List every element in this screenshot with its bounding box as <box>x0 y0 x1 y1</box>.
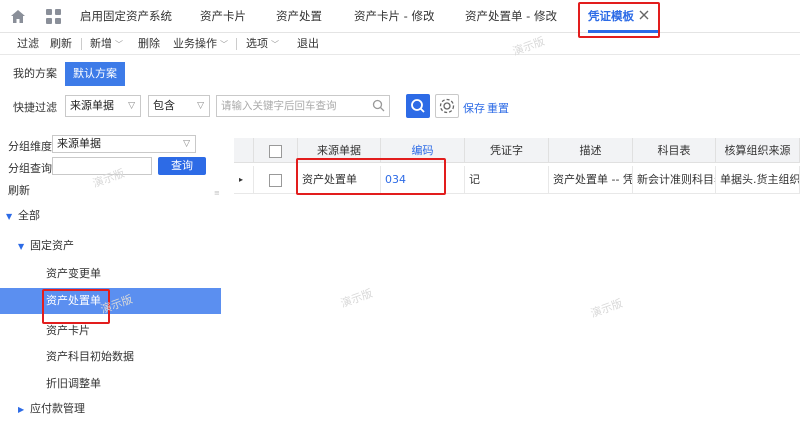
grid-header-indicator <box>234 138 254 163</box>
grid-header-source[interactable]: 来源单据 <box>298 138 381 163</box>
grid-header-code[interactable]: 编码 <box>381 138 465 163</box>
tree-item-asset-account-init[interactable]: 资产科目初始数据 <box>0 344 221 370</box>
business-ops-label: 业务操作 <box>173 37 217 50</box>
group-query-button[interactable]: 查询 <box>158 157 206 175</box>
add-label: 新增 <box>90 37 112 50</box>
quick-filter-field-select[interactable]: 来源单据 ▽ <box>65 95 141 117</box>
business-ops-button[interactable]: 业务操作 ﹀ <box>173 33 228 55</box>
filter-settings-button[interactable] <box>435 94 459 118</box>
group-dim-value: 来源单据 <box>57 137 101 150</box>
tree-item-fixed-assets[interactable]: ▼ 固定资产 <box>0 233 221 259</box>
caret-down-icon: ▼ <box>6 212 13 221</box>
close-tab-icon[interactable] <box>637 8 651 22</box>
toolbar-divider <box>236 38 237 50</box>
tab-fixed-asset-system[interactable]: 启用固定资产系统 <box>80 0 172 33</box>
group-query-label: 分组查询 <box>8 162 52 175</box>
grid-header-desc[interactable]: 描述 <box>549 138 633 163</box>
cell-source[interactable]: 资产处置单 <box>298 166 381 194</box>
tree-item-label: 资产卡片 <box>46 324 90 337</box>
tree-item-label: 应付款管理 <box>30 402 85 415</box>
tree-item-label: 固定资产 <box>30 239 74 252</box>
caret-right-icon: ▶ <box>18 405 25 414</box>
chevron-down-icon: ﹀ <box>271 40 279 49</box>
grid-header-select-all[interactable] <box>254 138 298 163</box>
chevron-down-icon: ▽ <box>128 101 135 111</box>
quick-filter-field-value: 来源单据 <box>70 99 114 112</box>
reset-link[interactable]: 重置 <box>487 100 509 116</box>
quick-filter-label: 快捷过滤 <box>13 101 57 114</box>
chevron-down-icon: ▽ <box>197 101 204 111</box>
tree-item-label: 全部 <box>18 209 40 222</box>
group-dim-select[interactable]: 来源单据 ▽ <box>52 135 196 153</box>
apps-grid-icon[interactable] <box>46 9 61 24</box>
tree-item-payables[interactable]: ▶ 应付款管理 <box>0 396 221 422</box>
caret-down-icon: ▼ <box>18 242 25 251</box>
chevron-down-icon: ﹀ <box>115 40 123 49</box>
search-icon <box>411 99 425 113</box>
tree-item-label: 资产变更单 <box>46 267 101 280</box>
search-button[interactable] <box>406 94 430 118</box>
tab-asset-disposal[interactable]: 资产处置 <box>276 0 322 33</box>
group-query-input[interactable] <box>52 157 152 175</box>
cell-code[interactable]: 034 <box>381 166 465 194</box>
select-all-checkbox[interactable] <box>269 144 282 158</box>
splitter-grip-icon[interactable]: ≡ <box>214 190 220 197</box>
row-checkbox[interactable] <box>269 173 282 187</box>
row-select-cell[interactable] <box>254 166 298 194</box>
tab-bar: 启用固定资产系统 资产卡片 资产处置 资产卡片 - 修改 资产处置单 - 修改 … <box>0 0 800 33</box>
voucher-template-grid: 来源单据 编码 凭证字 描述 科目表 核算组织来源 ▸ 资产处置单 034 记 … <box>234 138 800 419</box>
quick-filter-search-input[interactable]: 请输入关键字后回车查询 <box>216 95 390 117</box>
tab-asset-disposal-edit[interactable]: 资产处置单 - 修改 <box>465 0 557 33</box>
refresh-button[interactable]: 刷新 <box>50 33 72 55</box>
toolbar: 过滤 刷新 新增 ﹀ 删除 业务操作 ﹀ 选项 ﹀ 退出 <box>0 33 800 55</box>
chevron-down-icon: ﹀ <box>220 40 228 49</box>
chevron-down-icon: ▽ <box>183 139 190 149</box>
options-label: 选项 <box>246 37 268 50</box>
scheme-mine[interactable]: 我的方案 <box>5 62 65 86</box>
tab-voucher-template[interactable]: 凭证模板 <box>588 0 634 33</box>
tree-item-all[interactable]: ▼ 全部 <box>0 203 221 229</box>
tree-item-label: 折旧调整单 <box>46 377 101 390</box>
row-indicator: ▸ <box>234 166 254 194</box>
quick-filter-operator-value: 包含 <box>153 99 175 112</box>
tree-refresh-link[interactable]: 刷新 <box>8 182 30 198</box>
cell-org-source[interactable]: 单据头.货主组织 <box>716 166 800 194</box>
cell-voucher[interactable]: 记 <box>465 166 549 194</box>
filter-button[interactable]: 过滤 <box>17 33 39 55</box>
options-button[interactable]: 选项 ﹀ <box>246 33 279 55</box>
add-button[interactable]: 新增 ﹀ <box>90 33 123 55</box>
scheme-default[interactable]: 默认方案 <box>65 62 125 86</box>
save-link[interactable]: 保存 <box>463 100 485 116</box>
tree-item-asset-change[interactable]: 资产变更单 <box>0 261 221 287</box>
tree-item-label: 资产处置单 <box>46 294 101 307</box>
tree-item-asset-disposal[interactable]: 资产处置单 <box>0 288 221 314</box>
gear-icon <box>439 98 455 114</box>
toolbar-divider <box>81 38 82 50</box>
group-dim-label: 分组维度 <box>8 140 52 153</box>
delete-button[interactable]: 删除 <box>138 33 160 55</box>
tree-item-depreciation-adjust[interactable]: 折旧调整单 <box>0 371 221 397</box>
search-icon <box>372 99 385 112</box>
tree-item-label: 资产科目初始数据 <box>46 350 134 363</box>
grid-header-org-source[interactable]: 核算组织来源 <box>716 138 800 163</box>
grid-header-voucher[interactable]: 凭证字 <box>465 138 549 163</box>
exit-button[interactable]: 退出 <box>297 33 319 55</box>
tab-asset-card-edit[interactable]: 资产卡片 - 修改 <box>354 0 434 33</box>
tree-item-asset-card[interactable]: 资产卡片 <box>0 318 221 344</box>
grid-header-account-table[interactable]: 科目表 <box>633 138 716 163</box>
search-placeholder: 请输入关键字后回车查询 <box>221 100 337 112</box>
cell-account-table[interactable]: 新会计准则科目表 <box>633 166 716 194</box>
cell-desc[interactable]: 资产处置单 -- 凭证 <box>549 166 633 194</box>
tab-asset-card[interactable]: 资产卡片 <box>200 0 246 33</box>
quick-filter-operator-select[interactable]: 包含 ▽ <box>148 95 210 117</box>
home-icon[interactable] <box>10 9 26 24</box>
